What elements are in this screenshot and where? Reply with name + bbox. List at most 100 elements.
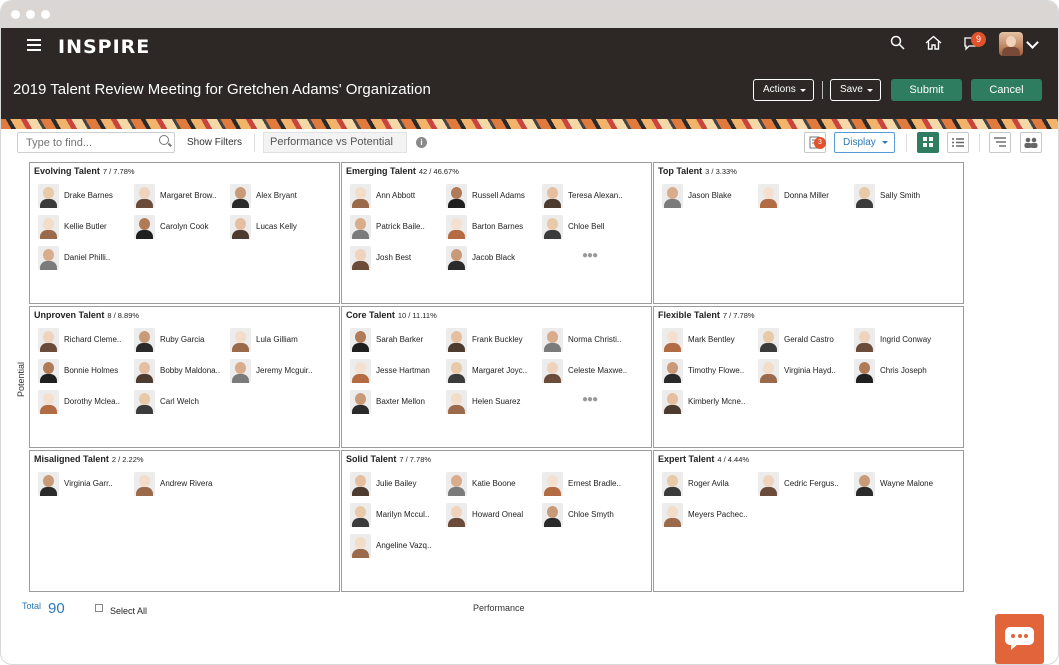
- employee-name: Norma Christi..: [568, 335, 622, 344]
- employee-avatar: [446, 328, 467, 352]
- employee-name: Russell Adams: [472, 191, 525, 200]
- grid-cell[interactable]: Expert Talent 4 / 4.44% Roger Avila Cedric …: [653, 450, 964, 592]
- employee-avatar: [350, 328, 371, 352]
- employee-avatar: [350, 503, 371, 527]
- chat-button[interactable]: [995, 614, 1044, 664]
- employee-avatar: [38, 184, 59, 208]
- window-chrome: [1, 1, 1058, 28]
- grid-view-icon[interactable]: [917, 132, 939, 153]
- menu-icon[interactable]: [27, 39, 41, 51]
- cell-title: Top Talent 3 / 3.33%: [658, 166, 737, 176]
- cell-count: 42 / 46.67%: [418, 167, 459, 176]
- actions-button[interactable]: Actions: [753, 79, 814, 101]
- cancel-button[interactable]: Cancel: [971, 79, 1042, 101]
- employee-name: Kimberly Mcne..: [688, 397, 746, 406]
- employee-avatar: [854, 184, 875, 208]
- grid-cell[interactable]: Flexible Talent 7 / 7.78% Mark Bentley Gera…: [653, 306, 964, 448]
- display-label: Display: [843, 137, 876, 148]
- employee-name: Ernest Bradle..: [568, 479, 621, 488]
- employee-avatar: [134, 184, 155, 208]
- brand-logo[interactable]: inspire: [58, 36, 150, 58]
- employee-avatar: [134, 359, 155, 383]
- grid-cell[interactable]: Emerging Talent 42 / 46.67% Ann Abbott Russ…: [341, 162, 652, 304]
- employee-avatar: [134, 390, 155, 414]
- chevron-down-icon[interactable]: [1026, 36, 1039, 49]
- people-group-icon: [1024, 137, 1038, 148]
- caret-down-icon: [800, 89, 806, 92]
- cell-count: 10 / 11.11%: [397, 311, 437, 320]
- employee-avatar: [38, 246, 59, 270]
- sort-icon[interactable]: [989, 132, 1011, 153]
- employee-avatar: [662, 359, 683, 383]
- search-input[interactable]: [17, 132, 175, 153]
- employee-name: Donna Miller: [784, 191, 829, 200]
- cell-title-text: Misaligned Talent: [34, 454, 109, 464]
- submit-button[interactable]: Submit: [891, 79, 962, 101]
- employee-name: Julie Bailey: [376, 479, 417, 488]
- save-button[interactable]: Save: [830, 79, 881, 101]
- employee-name: Howard Oneal: [472, 510, 524, 519]
- employee-name: Gerald Castro: [784, 335, 834, 344]
- employee-name: Jeremy Mcguir..: [256, 366, 313, 375]
- cell-title: Solid Talent 7 / 7.78%: [346, 454, 431, 464]
- divider: [906, 134, 907, 152]
- window-dot-icon: [11, 10, 20, 19]
- grid-cell[interactable]: Core Talent 10 / 11.11% Sarah Barker Frank …: [341, 306, 652, 448]
- employee-name: Bobby Maldona..: [160, 366, 221, 375]
- employee-avatar: [446, 184, 467, 208]
- employee-name: Andrew Rivera: [160, 479, 213, 488]
- employee-name: Carl Welch: [160, 397, 199, 406]
- home-icon[interactable]: [925, 35, 942, 50]
- employee-avatar: [662, 472, 683, 496]
- people-icon[interactable]: [1020, 132, 1042, 153]
- grid-cell[interactable]: Evolving Talent 7 / 7.78% Drake Barnes Marg…: [29, 162, 340, 304]
- show-filters-link[interactable]: Show Filters: [187, 137, 242, 148]
- employee-avatar: [38, 390, 59, 414]
- employee-avatar: [446, 215, 467, 239]
- employee-avatar: [662, 328, 683, 352]
- cell-count: 7 / 7.78%: [722, 311, 755, 320]
- employee-name: Sarah Barker: [376, 335, 424, 344]
- divider: [822, 81, 823, 99]
- employee-name: Margaret Joyc..: [472, 366, 528, 375]
- view-select[interactable]: Performance vs Potential: [263, 132, 407, 153]
- select-all-label[interactable]: Select All: [110, 606, 147, 616]
- more-icon[interactable]: ●●●: [582, 250, 598, 261]
- employee-name: Jacob Black: [472, 253, 516, 262]
- cell-title-text: Evolving Talent: [34, 166, 100, 176]
- employee-name: Jason Blake: [688, 191, 732, 200]
- employee-name: Ingrid Conway: [880, 335, 932, 344]
- info-icon[interactable]: i: [416, 137, 427, 148]
- employee-name: Virginia Hayd..: [784, 366, 836, 375]
- employee-avatar: [38, 215, 59, 239]
- employee-avatar: [542, 472, 563, 496]
- user-avatar[interactable]: [999, 32, 1023, 56]
- y-axis-label: Potential: [16, 361, 26, 397]
- cell-title-text: Expert Talent: [658, 454, 715, 464]
- grid-cell[interactable]: Solid Talent 7 / 7.78% Julie Bailey Katie B…: [341, 450, 652, 592]
- grid-cell[interactable]: Unproven Talent 8 / 8.89% Richard Cleme.. R…: [29, 306, 340, 448]
- employee-name: Celeste Maxwe..: [568, 366, 628, 375]
- employee-name: Alex Bryant: [256, 191, 297, 200]
- cell-title: Evolving Talent 7 / 7.78%: [34, 166, 135, 176]
- employee-avatar: [542, 503, 563, 527]
- search-icon[interactable]: [159, 135, 169, 145]
- cell-title-text: Top Talent: [658, 166, 703, 176]
- employee-name: Chris Joseph: [880, 366, 927, 375]
- employee-avatar: [446, 359, 467, 383]
- list-view-icon[interactable]: [947, 132, 969, 153]
- grid-cell[interactable]: Top Talent 3 / 3.33% Jason Blake Donna Mill…: [653, 162, 964, 304]
- more-icon[interactable]: ●●●: [582, 394, 598, 405]
- cell-title: Misaligned Talent 2 / 2.22%: [34, 454, 144, 464]
- employee-name: Cedric Fergus..: [784, 479, 839, 488]
- employee-avatar: [446, 503, 467, 527]
- decorative-banner: [1, 119, 1058, 129]
- employee-avatar: [230, 328, 251, 352]
- grid-cell[interactable]: Misaligned Talent 2 / 2.22% Virginia Garr.…: [29, 450, 340, 592]
- employee-avatar: [446, 472, 467, 496]
- select-all-checkbox[interactable]: [95, 604, 103, 612]
- search-icon[interactable]: [890, 35, 905, 50]
- display-button[interactable]: Display: [834, 132, 895, 153]
- caret-down-icon: [882, 141, 888, 144]
- employee-avatar: [446, 390, 467, 414]
